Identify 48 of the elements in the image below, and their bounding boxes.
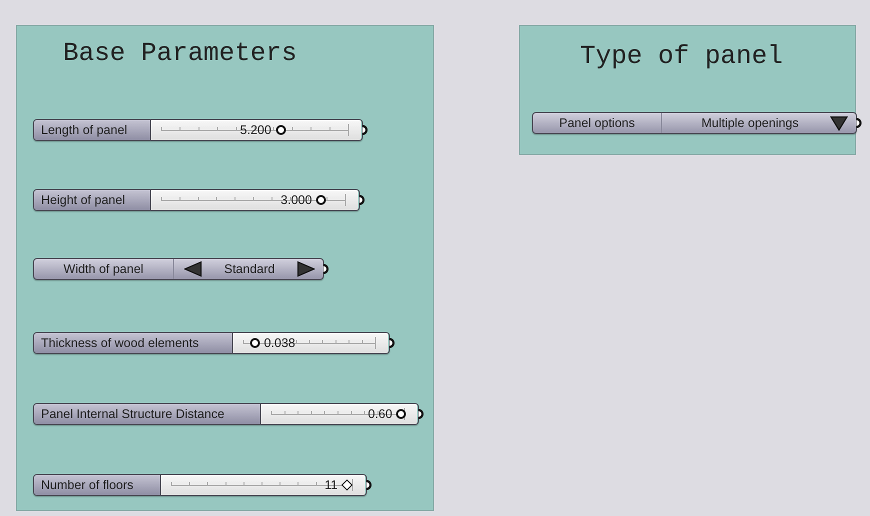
output-port-icon[interactable]: [366, 480, 372, 490]
slider-thumb[interactable]: [316, 195, 326, 205]
slider-thumb[interactable]: [396, 409, 406, 419]
output-port-icon[interactable]: [323, 264, 329, 274]
slider-value: 5.200: [240, 122, 272, 139]
slider-track[interactable]: 0.038: [243, 337, 376, 349]
selected-value: Multiple openings: [700, 115, 800, 132]
number-slider[interactable]: Panel Internal Structure Distance 0.60: [33, 403, 419, 425]
slider-track[interactable]: 0.60: [271, 408, 405, 420]
slider-track[interactable]: 5.200: [161, 124, 349, 136]
slider-value: 11: [324, 477, 338, 494]
slider-thumb[interactable]: [276, 125, 286, 135]
dropdown-arrow-icon[interactable]: [830, 115, 848, 131]
output-port-icon[interactable]: [359, 195, 365, 205]
slider-label: Thickness of wood elements: [34, 333, 233, 353]
value-list-label: Panel options: [558, 115, 636, 132]
slider-field[interactable]: 5.200: [151, 120, 361, 140]
slider-field[interactable]: 0.60: [261, 404, 417, 424]
slider-thumb[interactable]: [250, 338, 260, 348]
slider-field[interactable]: 3.000: [151, 190, 358, 210]
slider-label: Length of panel: [34, 120, 151, 140]
output-port-icon[interactable]: [389, 338, 395, 348]
number-slider[interactable]: Height of panel 3.000: [33, 189, 360, 211]
left-arrow-icon[interactable]: [184, 261, 202, 277]
output-port-icon[interactable]: [418, 409, 424, 419]
selected-value: Standard: [223, 261, 276, 278]
output-port-icon[interactable]: [362, 125, 368, 135]
value-list-label: Width of panel: [62, 261, 144, 278]
dropdown-control[interactable]: Panel options Multiple openings: [532, 112, 857, 134]
slider-track[interactable]: 3.000: [161, 194, 346, 206]
slider-field[interactable]: 11: [161, 475, 365, 495]
right-arrow-icon[interactable]: [297, 261, 315, 277]
number-slider[interactable]: Thickness of wood elements 0.038: [33, 332, 390, 354]
slider-value: 3.000: [280, 192, 312, 209]
output-port-icon[interactable]: [856, 118, 862, 128]
slider-label: Number of floors: [34, 475, 161, 495]
group-title: Type of panel: [580, 43, 783, 69]
value-list[interactable]: Width of panel Standard: [33, 258, 324, 280]
slider-field[interactable]: 0.038: [233, 333, 388, 353]
slider-value: 0.60: [368, 406, 392, 423]
slider-value: 0.038: [264, 335, 296, 352]
number-slider[interactable]: Length of panel 5.200: [33, 119, 363, 141]
slider-track[interactable]: 11: [171, 479, 353, 491]
slider-thumb[interactable]: [340, 479, 352, 491]
number-slider[interactable]: Number of floors 11: [33, 474, 367, 496]
slider-label: Panel Internal Structure Distance: [34, 404, 261, 424]
group-title: Base Parameters: [63, 40, 298, 66]
slider-label: Height of panel: [34, 190, 151, 210]
